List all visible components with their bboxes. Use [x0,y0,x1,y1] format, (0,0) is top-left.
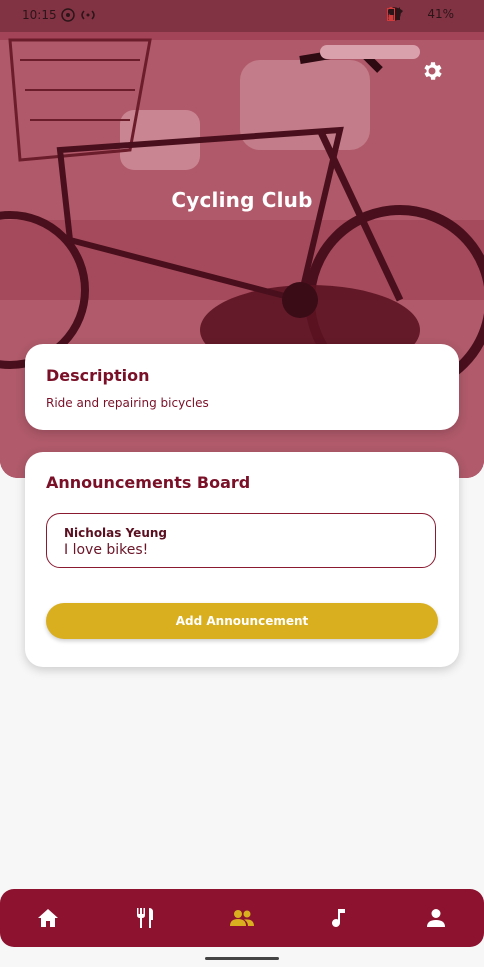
nav-home[interactable] [0,889,96,947]
group-icon [230,910,254,926]
nav-profile[interactable] [388,889,484,947]
person-icon [427,909,445,927]
status-bar: 10:15 41% [0,0,484,32]
description-text: Ride and repairing bicycles [46,396,209,410]
announcement-item[interactable]: Nicholas Yeung I love bikes! [46,513,436,568]
restaurant-icon [137,908,153,928]
home-icon [38,909,58,927]
nav-dining[interactable] [97,889,193,947]
gear-icon [424,62,442,80]
music-note-icon [332,909,345,927]
description-heading: Description [46,366,150,385]
announcement-author: Nicholas Yeung [64,526,167,540]
settings-button[interactable] [420,59,448,87]
home-indicator[interactable] [205,957,279,960]
add-announcement-button[interactable]: Add Announcement [46,603,438,639]
status-time: 10:15 [22,8,57,22]
bottom-navigation [0,889,484,947]
description-card: Description Ride and repairing bicycles [25,344,459,430]
battery-percentage: 41% [427,7,454,21]
nav-clubs[interactable] [194,889,290,947]
club-title: Cycling Club [171,188,313,212]
announcements-card: Announcements Board Nicholas Yeung I lov… [25,452,459,667]
nav-music[interactable] [291,889,387,947]
announcements-heading: Announcements Board [46,473,251,492]
announcement-text: I love bikes! [64,542,149,558]
